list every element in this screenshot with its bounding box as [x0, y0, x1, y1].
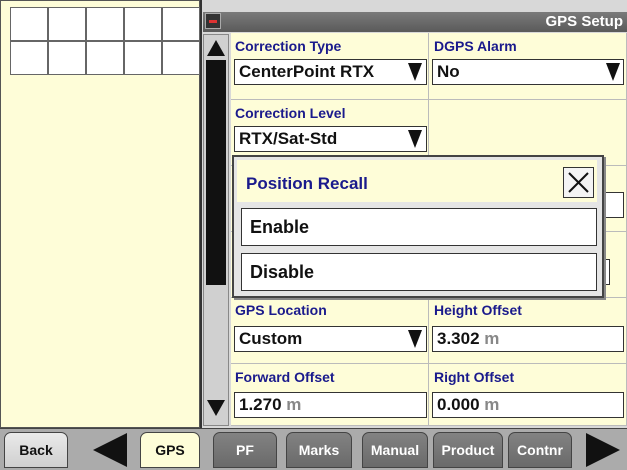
close-icon — [568, 172, 589, 193]
scroll-down-icon[interactable] — [207, 400, 225, 416]
height-offset-unit: m — [484, 329, 500, 348]
scroll-thumb[interactable] — [206, 60, 226, 285]
height-offset-value: 3.302 — [437, 329, 480, 348]
tab-product[interactable]: Product — [433, 432, 503, 468]
grid-cell[interactable] — [162, 41, 200, 75]
grid-cell[interactable] — [48, 7, 86, 41]
forward-offset-unit: m — [286, 395, 302, 414]
tab-contnr[interactable]: Contnr — [508, 432, 572, 468]
height-offset-input[interactable]: 3.302 m — [432, 326, 624, 352]
tab-manual[interactable]: Manual — [362, 432, 428, 468]
correction-level-value: RTX/Sat-Std — [239, 129, 338, 148]
scroll-up-icon[interactable] — [207, 40, 225, 56]
grid-cell[interactable] — [48, 41, 86, 75]
grid-cell[interactable] — [86, 41, 124, 75]
right-offset-label: Right Offset — [434, 369, 515, 385]
right-offset-value: 0.000 — [437, 395, 480, 414]
grid-cell[interactable] — [162, 7, 200, 41]
right-offset-input[interactable]: 0.000 m — [432, 392, 624, 418]
grid-cell[interactable] — [10, 41, 48, 75]
grid-cell[interactable] — [10, 7, 48, 41]
gps-location-value: Custom — [239, 329, 303, 348]
correction-level-dropdown[interactable]: RTX/Sat-Std — [234, 126, 427, 152]
height-offset-label: Height Offset — [434, 302, 522, 318]
grid-cell[interactable] — [124, 7, 162, 41]
gps-location-label: GPS Location — [235, 302, 327, 318]
chevron-down-icon[interactable] — [408, 63, 422, 81]
tab-marks[interactable]: Marks — [286, 432, 352, 468]
dgps-alarm-label: DGPS Alarm — [434, 38, 517, 54]
forward-offset-label: Forward Offset — [235, 369, 335, 385]
arrow-left-icon[interactable] — [93, 433, 127, 467]
disable-option[interactable]: Disable — [241, 253, 597, 291]
enable-option[interactable]: Enable — [241, 208, 597, 246]
page-title: GPS Setup — [203, 12, 627, 32]
grid-cell[interactable] — [124, 41, 162, 75]
arrow-right-icon[interactable] — [586, 433, 620, 467]
forward-offset-value: 1.270 — [239, 395, 282, 414]
gps-location-dropdown[interactable]: Custom — [234, 326, 427, 352]
chevron-down-icon[interactable] — [606, 63, 620, 81]
close-button[interactable] — [563, 167, 594, 198]
correction-level-label: Correction Level — [235, 105, 346, 121]
forward-offset-input[interactable]: 1.270 m — [234, 392, 427, 418]
grid-cell[interactable] — [86, 7, 124, 41]
back-button[interactable]: Back — [4, 432, 68, 468]
correction-type-value: CenterPoint RTX — [239, 62, 375, 81]
gps-settings-icon — [205, 13, 221, 29]
dialog-title: Position Recall — [246, 174, 368, 193]
dgps-alarm-dropdown[interactable]: No — [432, 59, 624, 85]
chevron-down-icon[interactable] — [408, 330, 422, 348]
tab-pf[interactable]: PF — [213, 432, 277, 468]
chevron-down-icon[interactable] — [408, 130, 422, 148]
correction-type-label: Correction Type — [235, 38, 342, 54]
correction-type-dropdown[interactable]: CenterPoint RTX — [234, 59, 427, 85]
right-offset-unit: m — [484, 395, 500, 414]
tab-gps[interactable]: GPS — [140, 432, 200, 468]
dgps-alarm-value: No — [437, 62, 460, 81]
